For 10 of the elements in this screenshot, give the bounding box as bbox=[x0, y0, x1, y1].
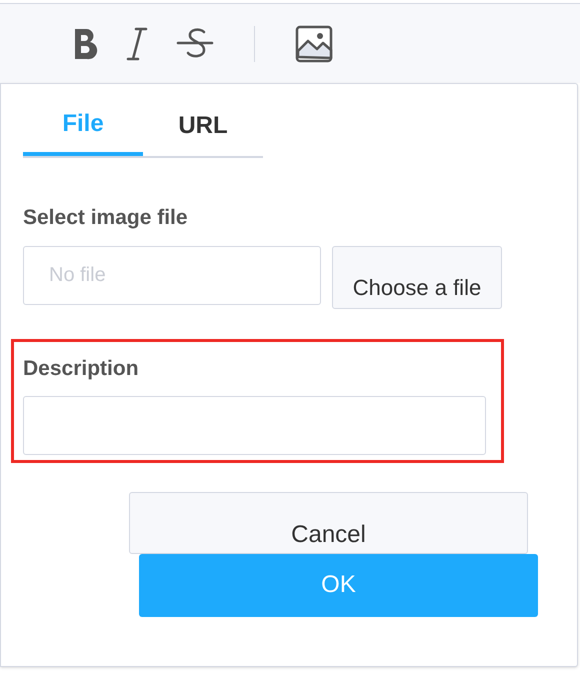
description-field[interactable] bbox=[23, 396, 486, 455]
bold-icon[interactable] bbox=[72, 26, 98, 60]
cancel-button[interactable]: Cancel bbox=[129, 492, 528, 554]
italic-icon[interactable] bbox=[126, 26, 148, 60]
field-label: Description bbox=[23, 356, 139, 380]
image-icon[interactable] bbox=[295, 24, 333, 62]
strikethrough-icon[interactable] bbox=[176, 26, 214, 60]
field-label: Select image file bbox=[23, 206, 188, 229]
choose-file-button[interactable]: Choose a file bbox=[332, 246, 502, 308]
tab[interactable]: URL bbox=[143, 106, 263, 156]
